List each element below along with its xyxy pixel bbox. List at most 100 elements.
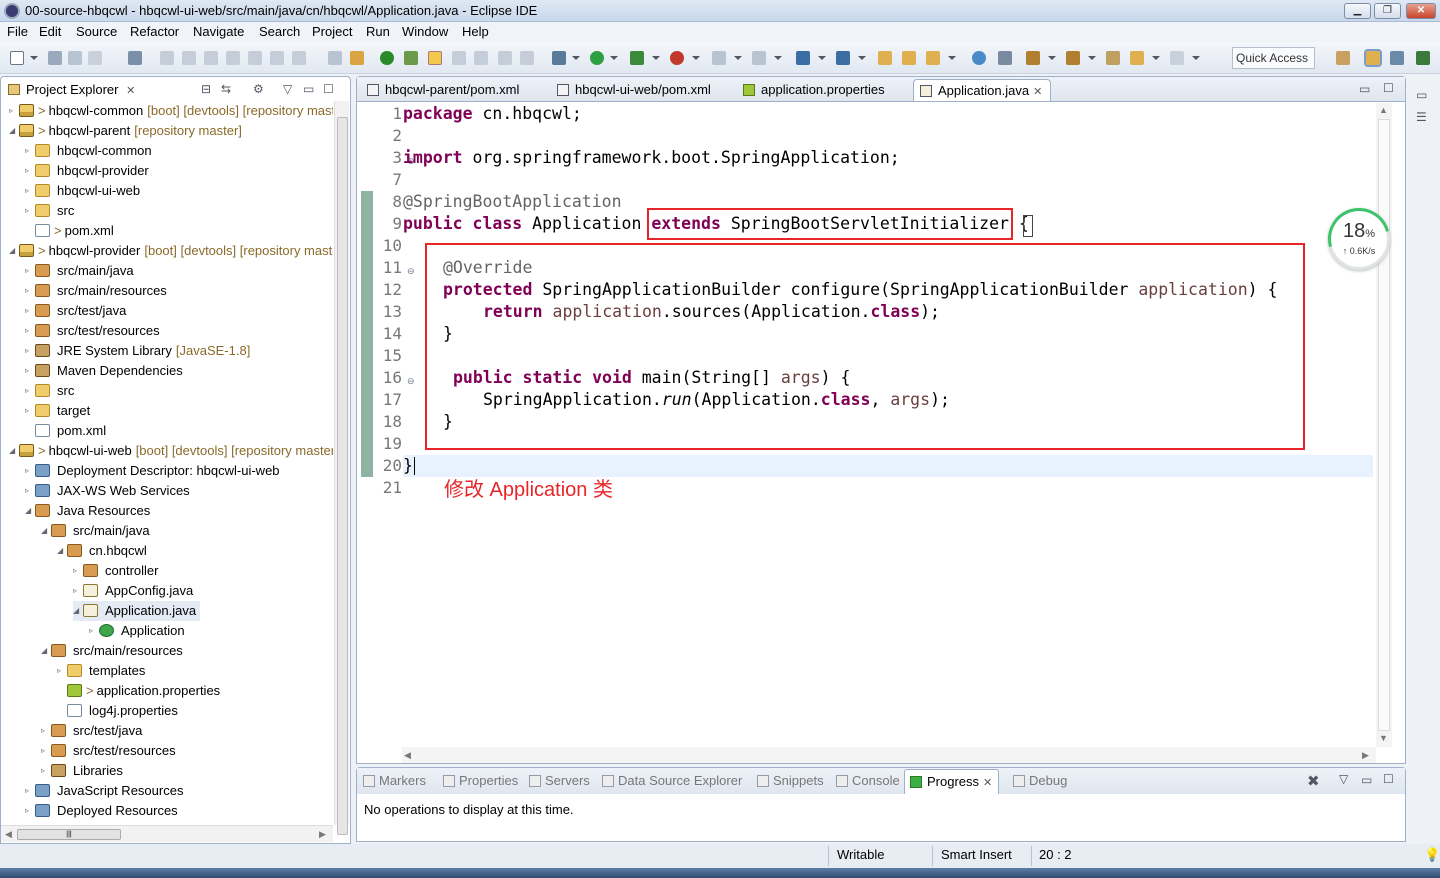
menu-help[interactable]: Help [462, 24, 489, 39]
new-dropdown-icon[interactable] [30, 56, 38, 60]
scrollbar-thumb[interactable] [337, 117, 348, 835]
collapsed-twistie-icon[interactable]: ▹ [73, 581, 83, 601]
project-explorer-tab[interactable]: Project Explorer ✕ [2, 78, 142, 100]
block-select-icon[interactable] [474, 51, 488, 65]
explorer-vertical-scrollbar[interactable] [334, 101, 349, 835]
spring-boot-icon[interactable] [380, 51, 394, 65]
collapsed-twistie-icon[interactable]: ▹ [25, 141, 35, 161]
previous-annotation-icon[interactable] [1066, 51, 1080, 65]
quick-access-input[interactable]: Quick Access [1232, 47, 1315, 69]
next-annotation-icon[interactable] [1026, 51, 1040, 65]
tab-application-java[interactable]: Application.java ✕ [913, 79, 1052, 101]
scroll-left-icon[interactable]: ◀ [404, 750, 411, 761]
debug-icon[interactable] [552, 51, 566, 65]
tree-item[interactable]: ▹ Maven Dependencies [25, 361, 187, 381]
step-into-icon[interactable] [248, 51, 262, 65]
scroll-up-icon[interactable]: ▲ [1379, 105, 1388, 115]
new-java-project-icon[interactable] [796, 51, 810, 65]
open-perspective-button-icon[interactable] [1336, 51, 1350, 65]
tree-item[interactable]: ▹ src/test/java [41, 721, 146, 741]
maximize-view-icon[interactable]: ☐ [1383, 772, 1394, 786]
server-icon[interactable] [752, 51, 766, 65]
tab-debug[interactable]: Debug [1011, 772, 1067, 790]
expanded-twistie-icon[interactable]: ◢ [9, 121, 19, 141]
restore-view-icon[interactable]: ▭ [1416, 88, 1427, 102]
java-perspective-icon[interactable] [1390, 51, 1404, 65]
disconnect-icon[interactable] [226, 51, 240, 65]
external-tools-icon[interactable] [670, 51, 684, 65]
scroll-down-icon[interactable]: ▼ [1379, 733, 1388, 743]
tree-item[interactable]: ▹ hbqcwl-common [25, 141, 156, 161]
collapsed-twistie-icon[interactable]: ▹ [25, 801, 35, 821]
scroll-right-icon[interactable]: ▶ [1362, 750, 1369, 761]
back-icon[interactable] [1130, 51, 1144, 65]
collapsed-twistie-icon[interactable]: ▹ [25, 281, 35, 301]
suspend-icon[interactable] [182, 51, 196, 65]
expanded-twistie-icon[interactable]: ◢ [41, 641, 51, 661]
minimize-button[interactable]: ▁ [1344, 3, 1371, 19]
terminate-icon[interactable] [204, 51, 218, 65]
debug-dropdown-icon[interactable] [572, 56, 580, 60]
tree-item[interactable]: ▹ AppConfig.java [73, 581, 197, 601]
tab-progress[interactable]: Progress ✕ [904, 769, 1000, 794]
collapsed-twistie-icon[interactable]: ▹ [25, 361, 35, 381]
collapsed-twistie-icon[interactable]: ▹ [25, 461, 35, 481]
expanded-twistie-icon[interactable]: ◢ [25, 501, 35, 521]
search-tool-icon[interactable] [926, 51, 940, 65]
close-view-icon[interactable]: ✕ [126, 85, 135, 97]
collapsed-twistie-icon[interactable]: ▹ [89, 621, 99, 641]
restore-button[interactable]: ❐ [1374, 3, 1401, 19]
save-all-icon[interactable] [68, 51, 82, 65]
editor-vertical-scrollbar[interactable]: ▲ ▼ [1376, 103, 1392, 747]
maximize-view-icon[interactable]: ☐ [323, 82, 334, 96]
coverage-dropdown-icon[interactable] [652, 56, 660, 60]
back-dropdown-icon[interactable] [1152, 56, 1160, 60]
tree-item[interactable]: ▹ Deployment Descriptor: hbqcwl-ui-web [25, 461, 284, 481]
tree-item[interactable]: ◢ src/main/java [41, 521, 154, 541]
tree-item[interactable]: > application.properties [57, 681, 224, 701]
tree-item[interactable]: log4j.properties [57, 701, 182, 721]
tree-item[interactable]: ▹ > hbqcwl-common [boot] [devtools] [reposi… [9, 101, 333, 121]
close-button[interactable]: ✕ [1406, 3, 1436, 19]
tree-item[interactable]: ▹ target [25, 401, 94, 421]
last-edit-icon[interactable] [1106, 51, 1120, 65]
network-speed-gauge[interactable]: 18% ↑ 0.6K/s [1316, 196, 1402, 282]
menu-search[interactable]: Search [259, 24, 300, 39]
collapsed-twistie-icon[interactable]: ▹ [9, 101, 19, 121]
expanded-twistie-icon[interactable]: ◢ [9, 441, 19, 461]
tree-item[interactable]: ▹ JRE System Library [JavaSE-1.8] [25, 341, 250, 361]
view-menu-icon[interactable]: ▽ [1339, 772, 1348, 786]
pin-editor-icon[interactable] [998, 51, 1012, 65]
menu-file[interactable]: File [7, 24, 28, 39]
tree-item[interactable]: ▹ Deployed Resources [25, 801, 182, 821]
tree-item[interactable]: ▹ hbqcwl-ui-web [25, 181, 144, 201]
menu-window[interactable]: Window [402, 24, 448, 39]
tree-item[interactable]: ▹ src/main/resources [25, 281, 171, 301]
run-icon[interactable] [590, 51, 604, 65]
close-tab-icon[interactable]: ✕ [983, 777, 992, 789]
menu-navigate[interactable]: Navigate [193, 24, 244, 39]
external-tools-dropdown-icon[interactable] [692, 56, 700, 60]
scrollbar-thumb[interactable]: ||| [17, 829, 121, 840]
tree-item[interactable]: ◢ Application.java [73, 601, 201, 621]
tab-properties[interactable]: Properties [441, 772, 518, 790]
tree-item[interactable]: ▹ controller [73, 561, 162, 581]
menu-run[interactable]: Run [366, 24, 390, 39]
tree-item[interactable]: ◢ cn.hbqcwl [57, 541, 151, 561]
collapsed-twistie-icon[interactable]: ▹ [25, 301, 35, 321]
minimize-editor-icon[interactable]: ▭ [1359, 82, 1370, 96]
tree-item[interactable]: ◢ Java Resources [25, 501, 154, 521]
view-menu-icon[interactable]: ▽ [283, 82, 292, 96]
run-dropdown-icon[interactable] [610, 56, 618, 60]
collapsed-twistie-icon[interactable]: ▹ [25, 161, 35, 181]
menu-source[interactable]: Source [76, 24, 117, 39]
tree-item[interactable]: ◢ > hbqcwl-provider [boot] [devtools] [repo… [9, 241, 333, 261]
tree-item[interactable]: ▹ src/test/resources [25, 321, 164, 341]
collapsed-twistie-icon[interactable]: ▹ [25, 781, 35, 801]
editor-horizontal-scrollbar[interactable]: ◀ ▶ [402, 747, 1376, 763]
filter-icon[interactable]: ⚙ [253, 82, 264, 96]
remove-all-finished-icon[interactable]: ✖ [1307, 772, 1320, 790]
step-return-icon[interactable] [292, 51, 306, 65]
collapsed-twistie-icon[interactable]: ▹ [25, 481, 35, 501]
tree-item[interactable]: ▹ templates [57, 661, 149, 681]
